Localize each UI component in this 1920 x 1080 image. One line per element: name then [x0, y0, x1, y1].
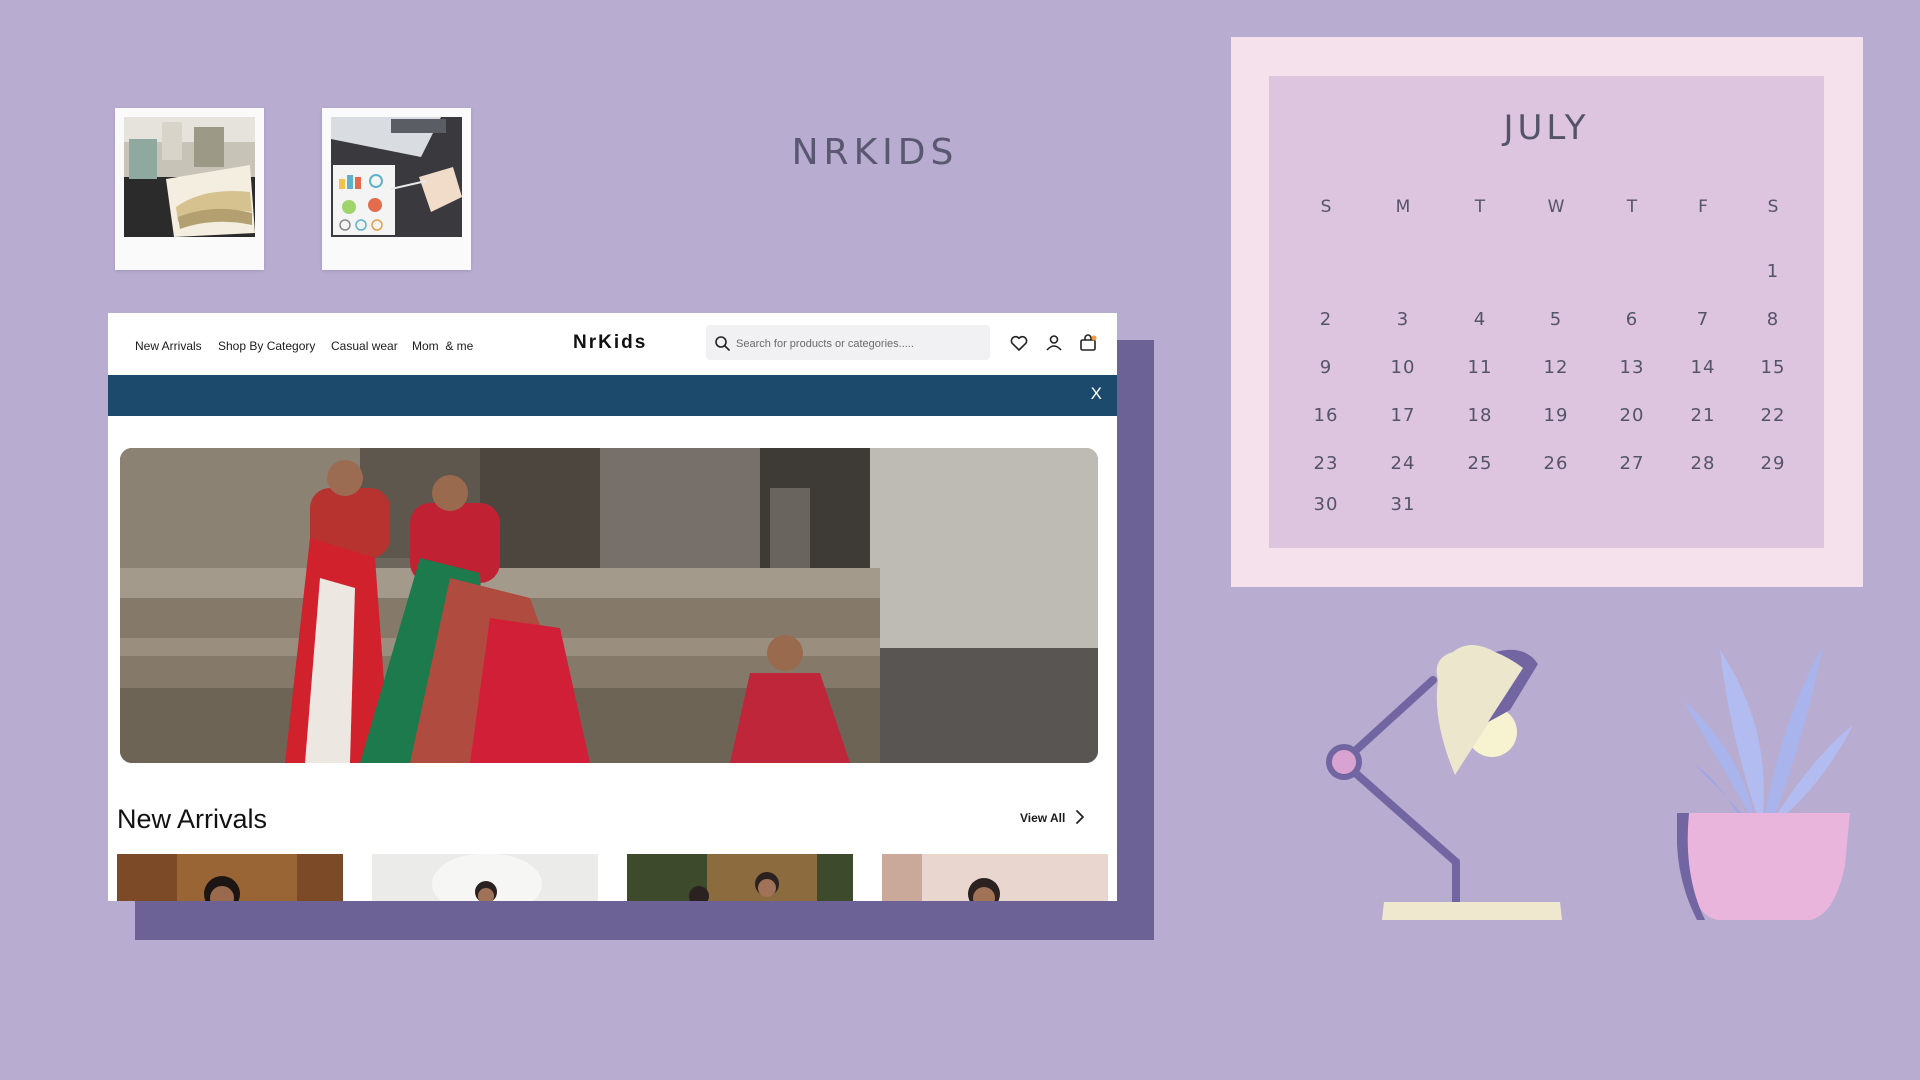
- nav-link-mom-and-me[interactable]: Mom & me: [412, 339, 473, 353]
- cart-icon[interactable]: [1078, 333, 1098, 353]
- product-card[interactable]: [372, 854, 598, 901]
- site-logo[interactable]: NrKids: [573, 332, 647, 354]
- calendar-weekday: S: [1767, 197, 1779, 217]
- nav-link-casual-wear[interactable]: Casual wear: [331, 339, 398, 353]
- product-card[interactable]: [627, 854, 853, 901]
- nav-link-shop-by-category[interactable]: Shop By Category: [218, 339, 315, 353]
- calendar-day: 17: [1390, 405, 1416, 426]
- calendar-weekday: F: [1698, 197, 1708, 217]
- calendar-day: 25: [1467, 453, 1493, 474]
- close-banner-button[interactable]: X: [1091, 384, 1102, 404]
- calendar-weekday: S: [1320, 197, 1332, 217]
- section-title-new-arrivals: New Arrivals: [117, 804, 268, 834]
- search-icon: [715, 336, 730, 351]
- hero-banner-image[interactable]: [120, 448, 1098, 763]
- polaroid-photo-desk: [115, 108, 264, 270]
- search-input[interactable]: [734, 325, 988, 362]
- product-card[interactable]: [882, 854, 1108, 901]
- heart-icon[interactable]: [1009, 333, 1029, 353]
- calendar-day: 21: [1690, 405, 1716, 426]
- desk-lamp-illustration: [1326, 645, 1562, 920]
- view-all-link[interactable]: View All: [1020, 811, 1065, 825]
- calendar-weekday: W: [1547, 197, 1565, 217]
- calendar-day: 9: [1319, 357, 1333, 378]
- calendar-day: 29: [1760, 453, 1786, 474]
- calendar-day: 8: [1766, 309, 1780, 330]
- calendar-day: 22: [1760, 405, 1786, 426]
- polaroid-photo-charts: [322, 108, 471, 270]
- calendar-day: 15: [1760, 357, 1786, 378]
- website-mockup: New Arrivals Shop By Category Casual wea…: [108, 313, 1117, 901]
- search-bar[interactable]: [706, 325, 990, 362]
- calendar-day: 24: [1390, 453, 1416, 474]
- calendar-day: 28: [1690, 453, 1716, 474]
- calendar-weekday: T: [1626, 197, 1638, 217]
- calendar-day: 23: [1313, 453, 1339, 474]
- calendar-day: 19: [1543, 405, 1569, 426]
- calendar-day: 13: [1619, 357, 1645, 378]
- desk-notebook-image: [124, 117, 255, 237]
- calendar-day: 5: [1549, 309, 1563, 330]
- calendar-day: 12: [1543, 357, 1569, 378]
- calendar-day: 16: [1313, 405, 1339, 426]
- calendar-month: JULY: [1503, 108, 1590, 148]
- calendar-day: 3: [1396, 309, 1410, 330]
- calendar-weekday: M: [1395, 197, 1411, 217]
- calendar-day: 20: [1619, 405, 1645, 426]
- calendar-day: 11: [1467, 357, 1493, 378]
- chevron-right-icon[interactable]: [1073, 807, 1087, 827]
- calendar: JULY S M T W T F S 1 2 3 4 5 6 7 8 9 10 11 12 13 14 15 16 17 18 1…: [1269, 76, 1824, 548]
- promo-bar: X: [108, 375, 1117, 416]
- calendar-day: 7: [1696, 309, 1710, 330]
- nav-link-new-arrivals[interactable]: New Arrivals: [135, 339, 202, 353]
- charts-laptop-image: [331, 117, 462, 237]
- calendar-day: 30: [1313, 494, 1339, 515]
- calendar-day: 6: [1625, 309, 1639, 330]
- calendar-day: 1: [1766, 261, 1780, 282]
- calendar-day: 27: [1619, 453, 1645, 474]
- calendar-day: 31: [1390, 494, 1416, 515]
- calendar-day: 10: [1390, 357, 1416, 378]
- product-card[interactable]: [117, 854, 343, 901]
- user-icon[interactable]: [1044, 333, 1064, 353]
- potted-plant-illustration: [1677, 645, 1853, 920]
- calendar-day: 18: [1467, 405, 1493, 426]
- calendar-day: 26: [1543, 453, 1569, 474]
- calendar-day: 2: [1319, 309, 1333, 330]
- calendar-day: 14: [1690, 357, 1716, 378]
- brand-heading: NRKIDS: [791, 132, 959, 173]
- calendar-day: 4: [1473, 309, 1487, 330]
- site-navigation: New Arrivals Shop By Category Casual wea…: [108, 313, 1117, 375]
- calendar-weekday: T: [1474, 197, 1486, 217]
